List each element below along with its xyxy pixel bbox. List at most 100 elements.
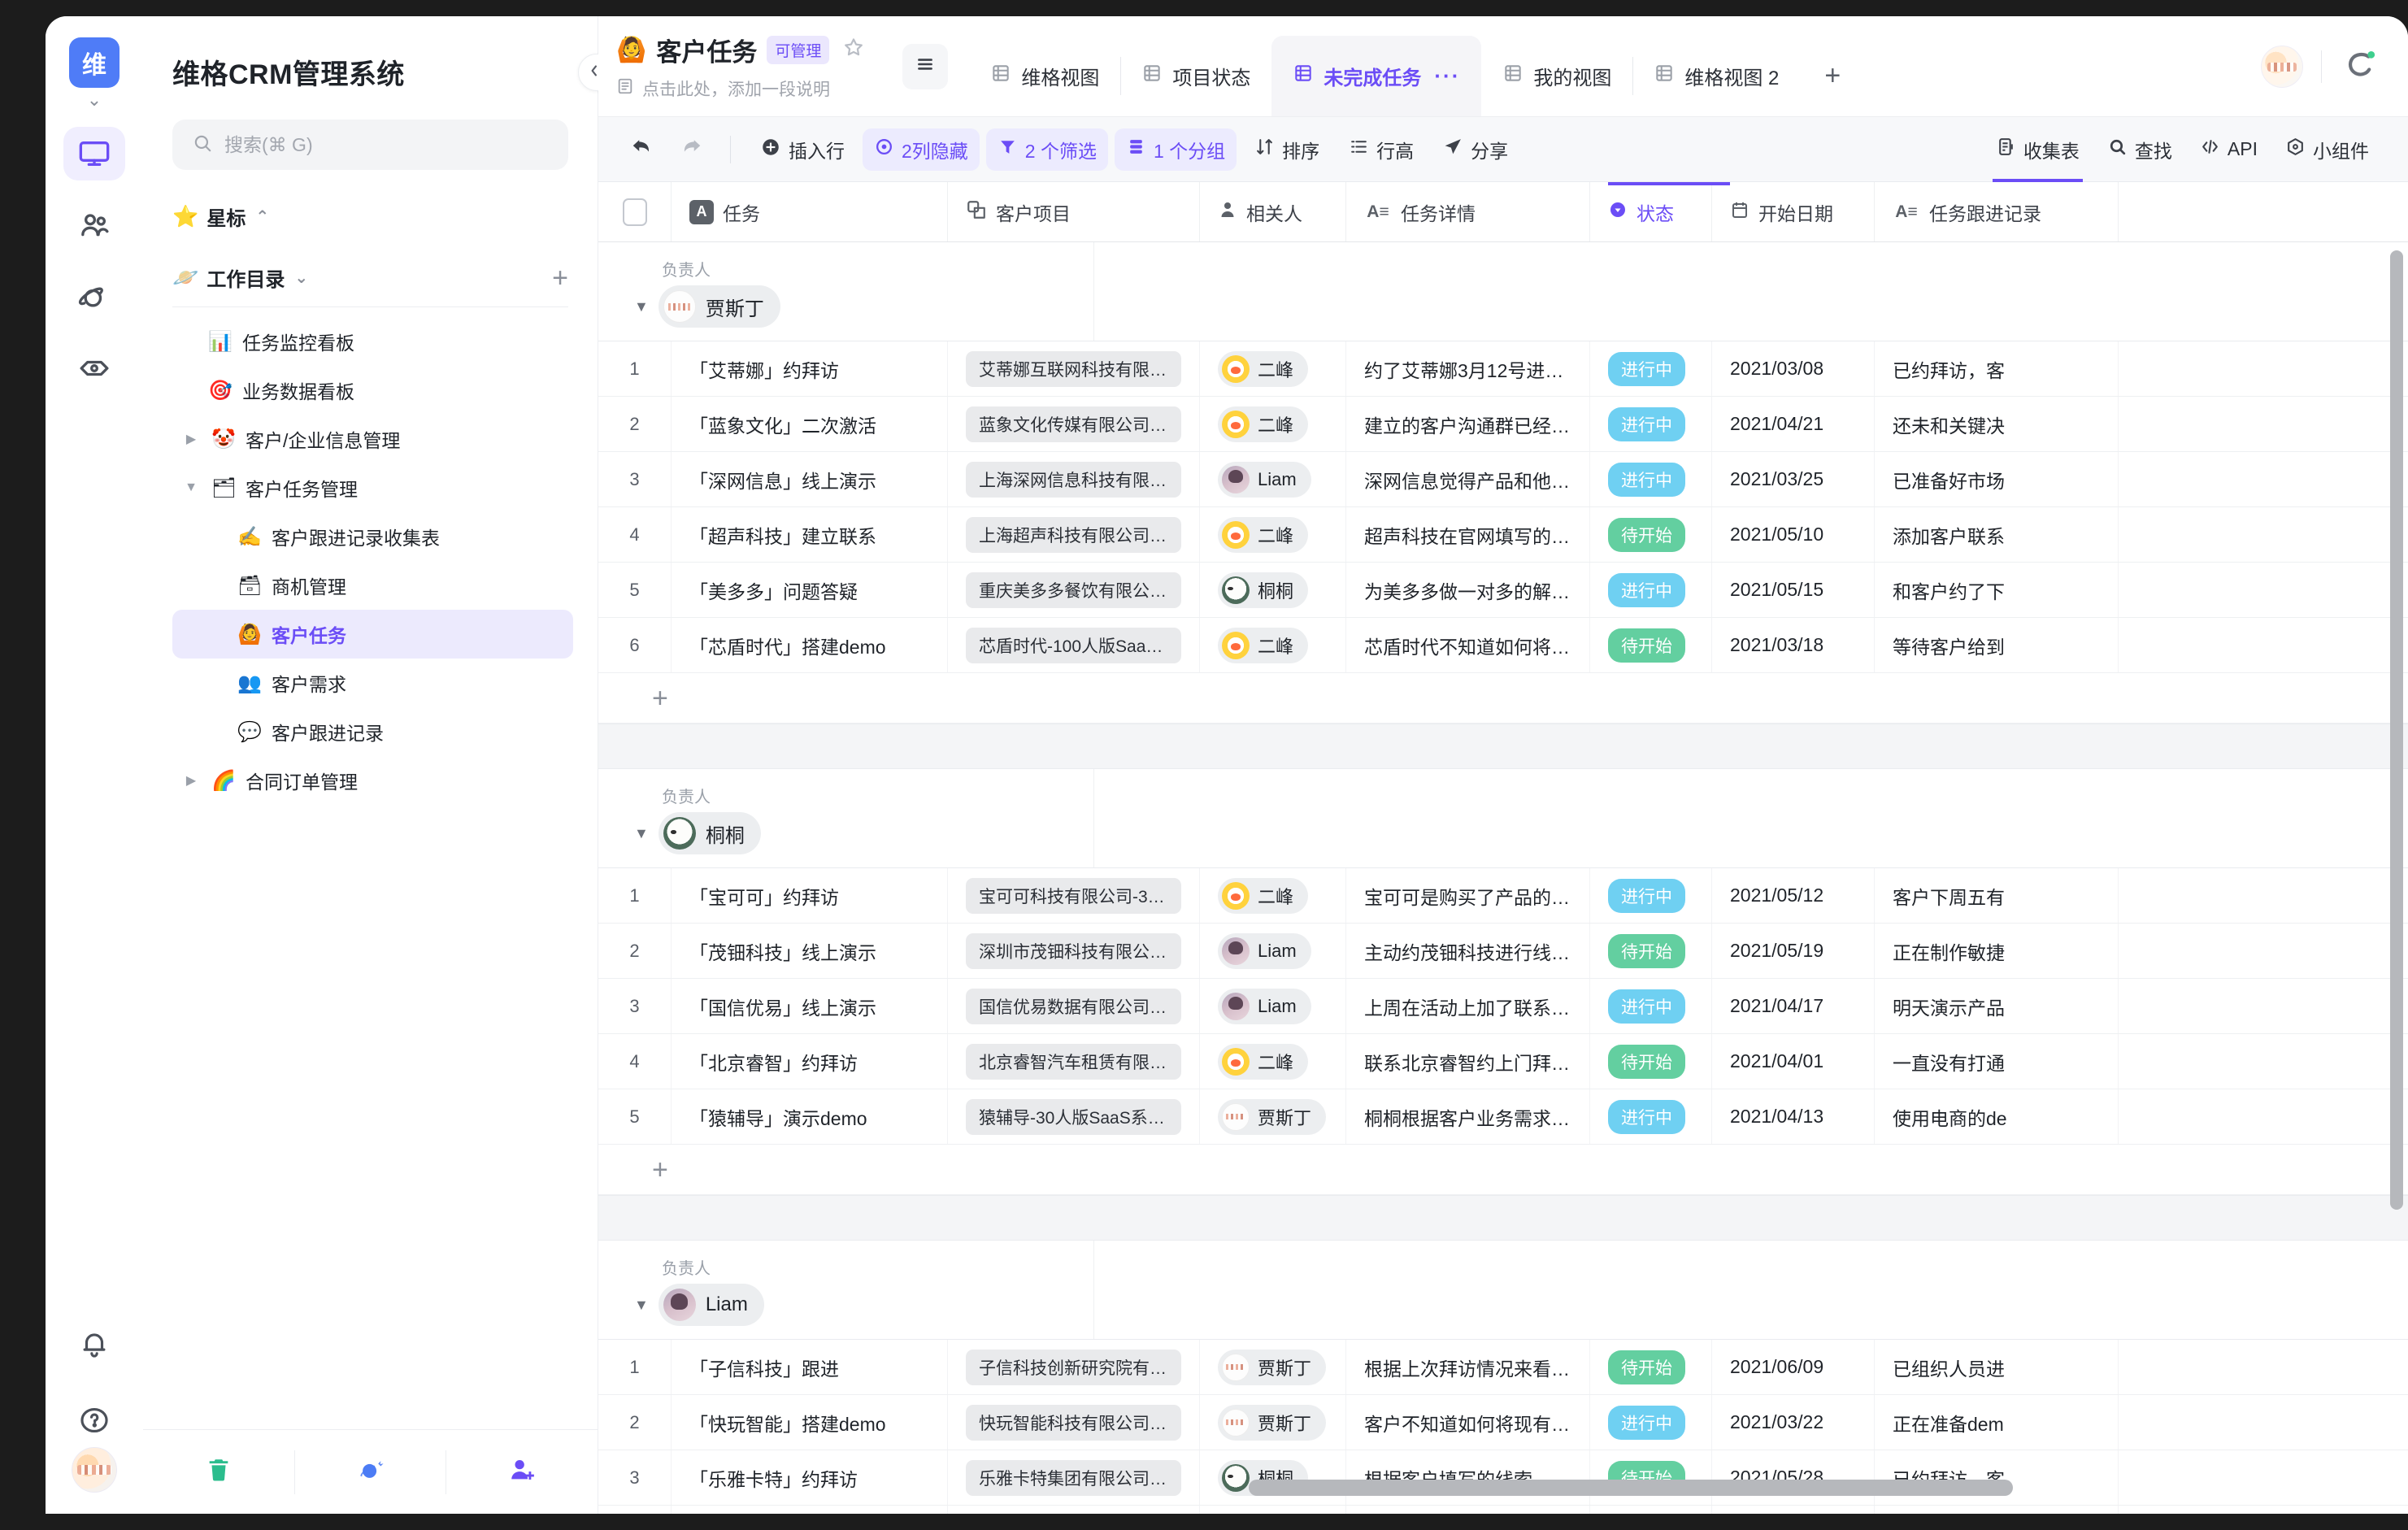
cell-start-date[interactable]: 2021/05/12 (1712, 1506, 1875, 1514)
horizontal-scrollbar[interactable] (1249, 1480, 2013, 1496)
tree-toggle-icon[interactable]: ▶ (180, 772, 202, 789)
cell-customer-project[interactable]: 快玩智能科技有限公司-10... (948, 1395, 1200, 1450)
sidebar-tree-item[interactable]: ▼🗂客户任务管理 (172, 463, 573, 512)
column-header-task[interactable]: A任务 (672, 182, 948, 241)
group-collapse-icon[interactable]: ▼ (634, 1297, 649, 1314)
column-header-rel[interactable]: 相关人 (1200, 182, 1346, 241)
star-icon[interactable] (842, 36, 865, 64)
add-node-button[interactable]: + (552, 267, 568, 289)
find-button[interactable]: 查找 (2096, 128, 2184, 171)
select-all-checkbox[interactable] (623, 198, 647, 226)
cell-task-detail[interactable]: 根据上次拜访情况来看，可... (1346, 1340, 1590, 1394)
table-row[interactable]: 2「快玩智能」搭建demo快玩智能科技有限公司-10...贾斯丁客户不知道如何将… (598, 1395, 2408, 1450)
cell-customer-project[interactable]: 芯盾时代-100人版SaaS系... (948, 618, 1200, 672)
cell-task-detail[interactable]: 约了艾蒂娜3月12号进行上门... (1346, 341, 1590, 396)
cell-status[interactable]: 进行中 (1590, 868, 1712, 923)
rail-item-explore[interactable] (63, 270, 125, 324)
cell-start-date[interactable]: 2021/05/19 (1712, 924, 1875, 978)
cell-start-date[interactable]: 2021/04/01 (1712, 1034, 1875, 1089)
table-row[interactable]: 1「子信科技」跟进子信科技创新研究院有限公...贾斯丁根据上次拜访情况来看，可.… (598, 1340, 2408, 1395)
table-row[interactable]: 3「深网信息」线上演示上海深网信息科技有限公司...Liam深网信息觉得产品和他… (598, 452, 2408, 507)
cell-related-person[interactable]: 贾斯丁 (1200, 1089, 1346, 1144)
cell-customer-project[interactable]: 上海超声科技有限公司-30... (948, 507, 1200, 562)
cell-task[interactable]: 「猿辅导」演示demo (672, 1089, 948, 1144)
cell-followup-record[interactable]: 正在制作敏捷 (1875, 924, 2119, 978)
widget-button[interactable]: 小组件 (2274, 128, 2380, 171)
table-row[interactable]: 1「艾蒂娜」约拜访艾蒂娜互联网科技有限公司...二峰约了艾蒂娜3月12号进行上门… (598, 341, 2408, 397)
cell-followup-record[interactable]: 客户未回复 (1875, 1506, 2119, 1514)
vertical-scrollbar[interactable] (2390, 250, 2403, 1210)
table-row[interactable]: 4「超声科技」建立联系上海超声科技有限公司-30...二峰超声科技在官网填写的线… (598, 507, 2408, 563)
cell-related-person[interactable]: 二峰 (1200, 507, 1346, 562)
cell-related-person[interactable]: 二峰 (1200, 618, 1346, 672)
table-row[interactable]: 3「国信优易」线上演示国信优易数据有限公司-500...Liam上周在活动上加了… (598, 979, 2408, 1034)
cell-followup-record[interactable]: 已组织人员进 (1875, 1340, 2119, 1394)
column-header-det[interactable]: A≡任务详情 (1346, 182, 1590, 241)
cell-followup-record[interactable]: 客户下周五有 (1875, 868, 2119, 923)
view-tab[interactable]: 项目状态 (1120, 36, 1271, 116)
rail-item-help[interactable] (63, 1393, 125, 1447)
cell-related-person[interactable]: 二峰 (1200, 397, 1346, 451)
cell-task[interactable]: 「美多多」问题答疑 (672, 563, 948, 617)
cell-followup-record[interactable]: 已约拜访，客 (1875, 1450, 2119, 1505)
workdir-section-header[interactable]: 🪐 工作目录 ⌄ + (172, 263, 568, 292)
cell-status[interactable]: 待开始 (1590, 924, 1712, 978)
tree-toggle-icon[interactable]: ▶ (180, 431, 202, 447)
cell-followup-record[interactable]: 明天演示产品 (1875, 979, 2119, 1033)
cell-start-date[interactable]: 2021/03/18 (1712, 618, 1875, 672)
cell-status[interactable]: 进行中 (1590, 1089, 1712, 1144)
table-row[interactable]: 2「茂钿科技」线上演示深圳市茂钿科技有限公司-1...Liam主动约茂钿科技进行… (598, 924, 2408, 979)
cell-related-person[interactable]: Liam (1200, 924, 1346, 978)
trash-button[interactable] (143, 1450, 294, 1494)
search-input[interactable] (224, 134, 549, 156)
rail-item-contacts[interactable] (63, 198, 125, 252)
view-list-menu-button[interactable] (902, 44, 948, 89)
cell-status[interactable]: 待开始 (1590, 1340, 1712, 1394)
table-row[interactable]: 4「北京睿智」约拜访北京睿智汽车租赁有限责任...二峰联系北京睿智约上门拜访。待… (598, 1034, 2408, 1089)
cell-followup-record[interactable]: 使用电商的de (1875, 1089, 2119, 1144)
cell-status[interactable]: 进行中 (1590, 397, 1712, 451)
insert-row-button[interactable]: 插入行 (749, 128, 856, 171)
row-height-button[interactable]: 行高 (1337, 128, 1425, 171)
cell-status[interactable]: 待开始 (1590, 1450, 1712, 1505)
cell-start-date[interactable]: 2021/04/21 (1712, 397, 1875, 451)
group-header[interactable]: 负责人▼贾斯丁 (598, 242, 2408, 341)
cell-start-date[interactable]: 2021/05/28 (1712, 1450, 1875, 1505)
table-row[interactable]: 4「天天帅」约拜访深圳天天帅传播有限公司-5...贾斯丁根据客户填写的线索，可以… (598, 1506, 2408, 1514)
column-header-stat[interactable]: 状态 (1590, 182, 1712, 241)
table-row[interactable]: 3「乐雅卡特」约拜访乐雅卡特集团有限公司-10...桐桐根据客户填写的线索，可以… (598, 1450, 2408, 1506)
starred-section-header[interactable]: ⭐ 星标 ⌃ (172, 202, 568, 231)
cell-task-detail[interactable]: 联系北京睿智约上门拜访。 (1346, 1034, 1590, 1089)
cell-followup-record[interactable]: 已约拜访，客 (1875, 341, 2119, 396)
cell-start-date[interactable]: 2021/04/17 (1712, 979, 1875, 1033)
cell-customer-project[interactable]: 艾蒂娜互联网科技有限公司... (948, 341, 1200, 396)
cell-task-detail[interactable]: 主动约茂钿科技进行线上的... (1346, 924, 1590, 978)
cell-task-detail[interactable]: 根据客户填写的线索，可以... (1346, 1450, 1590, 1505)
sidebar-tree-item[interactable]: ▶🤡客户/企业信息管理 (172, 415, 573, 463)
cell-task-detail[interactable]: 上周在活动上加了联系，当... (1346, 979, 1590, 1033)
cell-status[interactable]: 进行中 (1590, 979, 1712, 1033)
sidebar-tree-item[interactable]: ✍️客户跟进记录收集表 (172, 512, 573, 561)
cell-status[interactable]: 进行中 (1590, 452, 1712, 506)
tree-toggle-icon[interactable]: ▼ (180, 480, 202, 495)
cell-followup-record[interactable]: 一直没有打通 (1875, 1034, 2119, 1089)
group-header[interactable]: 负责人▼桐桐 (598, 769, 2408, 868)
group-button[interactable]: 1 个分组 (1115, 128, 1237, 171)
cell-task-detail[interactable]: 客户不知道如何将现有的业... (1346, 1395, 1590, 1450)
table-row[interactable]: 5「美多多」问题答疑重庆美多多餐饮有限公司-1...桐桐为美多多做一对多的解答服… (598, 563, 2408, 618)
cell-task[interactable]: 「艾蒂娜」约拜访 (672, 341, 948, 396)
cell-task-detail[interactable]: 宝可可是购买了产品的客户... (1346, 868, 1590, 923)
cell-task-detail[interactable]: 根据客户填写的线索，可以... (1346, 1506, 1590, 1514)
cell-start-date[interactable]: 2021/03/22 (1712, 1395, 1875, 1450)
cell-customer-project[interactable]: 乐雅卡特集团有限公司-10... (948, 1450, 1200, 1505)
cell-status[interactable]: 进行中 (1590, 563, 1712, 617)
cell-customer-project[interactable]: 重庆美多多餐饮有限公司-1... (948, 563, 1200, 617)
cell-task[interactable]: 「茂钿科技」线上演示 (672, 924, 948, 978)
cell-customer-project[interactable]: 宝可可科技有限公司-30人... (948, 868, 1200, 923)
cell-customer-project[interactable]: 上海深网信息科技有限公司... (948, 452, 1200, 506)
cell-customer-project[interactable]: 国信优易数据有限公司-500... (948, 979, 1200, 1033)
table-row[interactable]: 5「猿辅导」演示demo猿辅导-30人版SaaS系统-...贾斯丁桐桐根据客户业… (598, 1089, 2408, 1145)
cell-start-date[interactable]: 2021/05/15 (1712, 563, 1875, 617)
cell-customer-project[interactable]: 北京睿智汽车租赁有限责任... (948, 1034, 1200, 1089)
cell-task[interactable]: 「子信科技」跟进 (672, 1340, 948, 1394)
